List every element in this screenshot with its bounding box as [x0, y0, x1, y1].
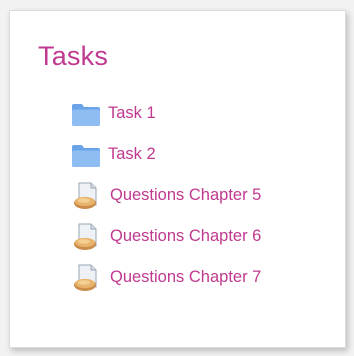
- quiz-icon: [70, 221, 102, 253]
- block-title: Tasks: [38, 41, 109, 71]
- list-item-label[interactable]: Questions Chapter 6: [110, 227, 261, 246]
- list-item-task-1[interactable]: Task 1: [70, 93, 261, 134]
- quiz-icon: [70, 180, 102, 212]
- list-item-label[interactable]: Task 1: [108, 104, 156, 123]
- folder-icon: [70, 98, 102, 130]
- list-item-questions-chapter-5[interactable]: Questions Chapter 5: [70, 175, 261, 216]
- list-item-label[interactable]: Questions Chapter 7: [110, 268, 261, 287]
- list-item-questions-chapter-6[interactable]: Questions Chapter 6: [70, 216, 261, 257]
- list-item-label[interactable]: Questions Chapter 5: [110, 186, 261, 205]
- task-list: Task 1 Task 2 Questions Chapter 5 Questi…: [70, 93, 261, 298]
- list-item-label[interactable]: Task 2: [108, 145, 156, 164]
- folder-icon: [70, 139, 102, 171]
- tasks-block: Tasks Task 1 Task 2 Questions Chapter 5 …: [9, 10, 346, 348]
- list-item-task-2[interactable]: Task 2: [70, 134, 261, 175]
- quiz-icon: [70, 262, 102, 294]
- list-item-questions-chapter-7[interactable]: Questions Chapter 7: [70, 257, 261, 298]
